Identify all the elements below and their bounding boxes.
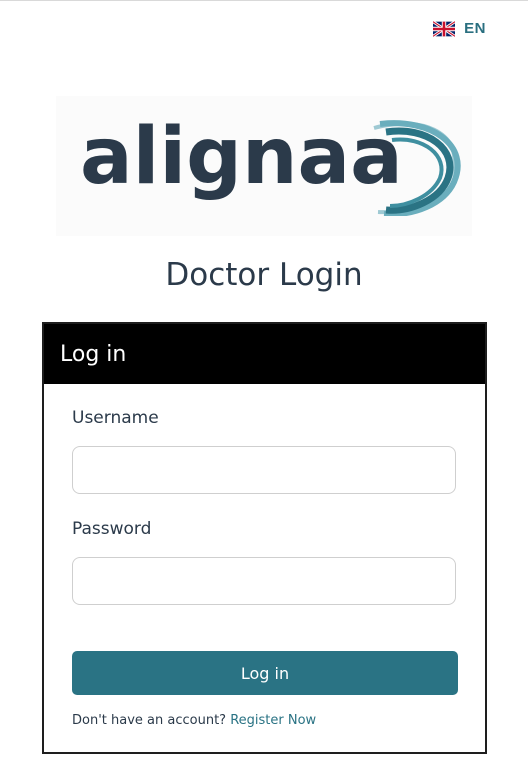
register-link[interactable]: Register Now: [230, 713, 316, 728]
brand-logo: alignaa: [56, 96, 472, 236]
login-button[interactable]: Log in: [72, 651, 458, 695]
page-title: Doctor Login: [165, 257, 363, 293]
register-line: Don't have an account? Register Now: [72, 713, 316, 728]
username-input[interactable]: [72, 446, 456, 494]
password-input[interactable]: [72, 557, 456, 605]
logo-wordmark: alignaa: [80, 112, 403, 202]
top-divider: [0, 0, 528, 1]
language-selector[interactable]: EN: [433, 20, 486, 37]
login-page: EN alignaa Doctor Login Log in Username …: [0, 0, 528, 779]
swoosh-icon: [373, 120, 461, 216]
username-label: Username: [72, 408, 159, 428]
login-card: Log in Username Password Log in Don't ha…: [42, 322, 487, 754]
password-label: Password: [72, 519, 152, 539]
uk-flag-icon: [433, 20, 456, 37]
language-code: EN: [464, 20, 486, 37]
card-header: Log in: [44, 324, 485, 384]
register-prompt: Don't have an account?: [72, 713, 227, 728]
